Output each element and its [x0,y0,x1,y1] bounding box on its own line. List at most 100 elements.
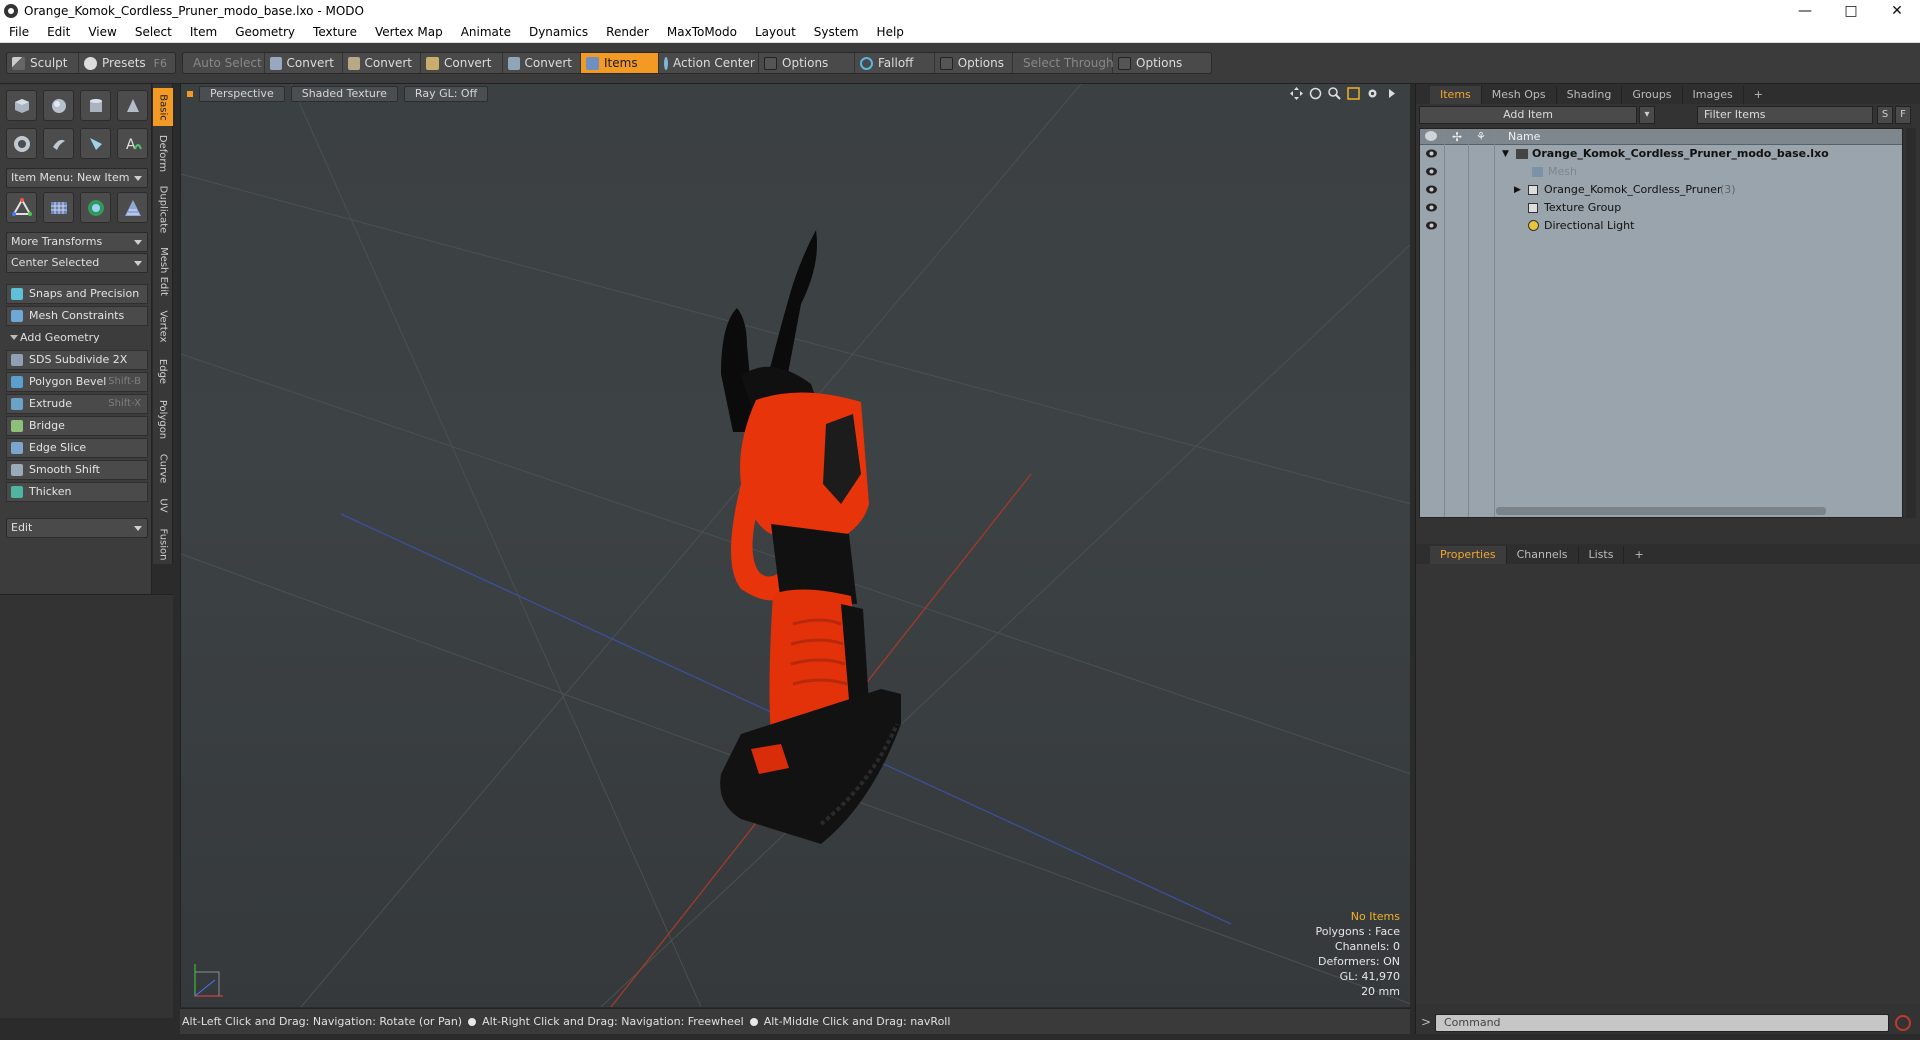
menu-file[interactable]: File [0,21,38,43]
capsule-icon[interactable] [43,128,74,159]
tab-vertex[interactable]: Vertex [153,304,173,348]
cylinder-icon[interactable] [80,90,111,121]
shading-mode-button[interactable]: Shaded Texture [290,86,398,102]
scale-tool-icon[interactable] [117,192,148,223]
record-icon[interactable] [1895,1015,1911,1031]
visibility-eye-icon[interactable] [1426,149,1437,158]
chevron-down-icon[interactable]: ▾ [1639,106,1655,124]
rotate-icon[interactable] [1309,87,1322,100]
horizontal-scrollbar[interactable] [1496,507,1826,515]
eye-column-icon[interactable] [1425,131,1437,141]
tab-groups[interactable]: Groups [1622,86,1683,104]
tree-row-pruner-group[interactable]: ▶ Orange_Komok_Cordless_Pruner (3) [1420,181,1902,199]
sphere-icon[interactable] [43,90,74,121]
pin-column-icon[interactable]: ⚘ [1476,130,1486,143]
tab-polygon[interactable]: Polygon [153,394,173,444]
convert-edges-button[interactable]: Convert [343,53,421,73]
rotate-tool-icon[interactable] [80,192,111,223]
vertical-scrollbar[interactable] [1906,128,1916,518]
gear-icon[interactable] [1366,87,1379,100]
tab-properties[interactable]: Properties [1430,546,1507,564]
add-geometry-section[interactable]: Add Geometry [6,329,148,347]
expand-arrow-icon[interactable]: ▼ [1502,145,1509,163]
select-through-button[interactable]: Select Through [1013,53,1114,73]
auto-select-button[interactable]: Auto Select [183,53,265,73]
visibility-eye-icon[interactable] [1426,167,1437,176]
tab-items[interactable]: Items [1430,86,1482,104]
menu-item[interactable]: Item [181,21,226,43]
fit-icon[interactable] [1347,87,1360,100]
menu-edit[interactable]: Edit [38,21,79,43]
pan-icon[interactable] [1290,87,1303,100]
maximize-button[interactable]: □ [1828,0,1874,21]
visibility-eye-icon[interactable] [1426,185,1437,194]
3d-viewport[interactable]: Perspective Shaded Texture Ray GL: Off N… [180,84,1410,1007]
more-transforms-dropdown[interactable]: More Transforms [6,232,148,252]
filter-s-button[interactable]: S [1877,106,1893,124]
tab-edge[interactable]: Edge [153,352,173,390]
menu-dynamics[interactable]: Dynamics [520,21,597,43]
move-tool-icon[interactable] [6,192,37,223]
polygon-bevel-button[interactable]: Polygon Bevel Shift-B [6,372,148,392]
visibility-eye-icon[interactable] [1426,221,1437,230]
action-center-button[interactable]: Action Center [659,53,759,73]
minimize-button[interactable]: — [1782,0,1828,21]
grid-tool-icon[interactable] [43,192,74,223]
tab-mesh-edit[interactable]: Mesh Edit [153,242,173,300]
zoom-icon[interactable] [1328,87,1341,100]
edit-dropdown[interactable]: Edit [6,518,148,538]
torus-icon[interactable] [6,128,37,159]
menu-vertex-map[interactable]: Vertex Map [366,21,452,43]
tab-uv[interactable]: UV [153,492,173,518]
command-input[interactable]: Command [1435,1014,1889,1032]
add-item-dropdown[interactable]: Add Item [1419,106,1637,124]
menu-geometry[interactable]: Geometry [226,21,304,43]
text-icon[interactable]: A [117,128,148,159]
convert-vertices-button[interactable]: Convert [265,53,343,73]
items-mode-button[interactable]: Items [581,53,659,73]
tab-images[interactable]: Images [1683,86,1744,104]
tab-fusion[interactable]: Fusion [153,522,173,566]
center-selected-dropdown[interactable]: Center Selected [6,253,148,273]
menu-render[interactable]: Render [597,21,658,43]
visibility-eye-icon[interactable] [1426,203,1437,212]
view-type-button[interactable]: Perspective [199,86,285,102]
pen-icon[interactable] [80,128,111,159]
convert-materials-button[interactable]: Convert [503,53,581,73]
convert-polygons-button[interactable]: Convert [421,53,503,73]
tree-row-mesh[interactable]: Mesh [1420,163,1902,181]
tab-duplicate[interactable]: Duplicate [153,180,173,238]
chevron-right-icon[interactable] [1385,87,1398,100]
add-tab-icon[interactable]: + [1744,86,1773,104]
filter-f-button[interactable]: F [1895,106,1911,124]
tree-row-texture-group[interactable]: Texture Group [1420,199,1902,217]
smooth-shift-button[interactable]: Smooth Shift [6,460,148,480]
menu-system[interactable]: System [805,21,868,43]
select-through-options-button[interactable]: Options [1113,53,1195,73]
filter-items-input[interactable]: Filter Items [1697,106,1873,124]
bridge-button[interactable]: Bridge [6,416,148,436]
menu-animate[interactable]: Animate [452,21,520,43]
menu-view[interactable]: View [79,21,125,43]
menu-select[interactable]: Select [126,21,181,43]
action-center-options-button[interactable]: Options [759,53,855,73]
tab-shading[interactable]: Shading [1557,86,1623,104]
tab-mesh-ops[interactable]: Mesh Ops [1482,86,1557,104]
tree-row-scene[interactable]: ▼ Orange_Komok_Cordless_Pruner_modo_base… [1420,145,1902,163]
menu-layout[interactable]: Layout [746,21,805,43]
menu-texture[interactable]: Texture [304,21,366,43]
sculpt-button[interactable]: Sculpt [7,53,79,73]
mesh-constraints-button[interactable]: Mesh Constraints [6,306,148,326]
tab-lists[interactable]: Lists [1579,546,1625,564]
raygl-toggle[interactable]: Ray GL: Off [403,86,489,102]
tree-row-directional-light[interactable]: Directional Light [1420,217,1902,235]
lock-column-icon[interactable]: ✢ [1452,130,1462,144]
extrude-button[interactable]: Extrude Shift-X [6,394,148,414]
close-button[interactable]: ✕ [1874,0,1920,21]
falloff-button[interactable]: Falloff [855,53,935,73]
viewport-menu-icon[interactable] [187,91,193,97]
tab-basic[interactable]: Basic [153,88,173,126]
presets-button[interactable]: Presets F6 [79,53,175,73]
tab-deform[interactable]: Deform [153,130,173,176]
expand-arrow-icon[interactable]: ▶ [1514,181,1521,199]
